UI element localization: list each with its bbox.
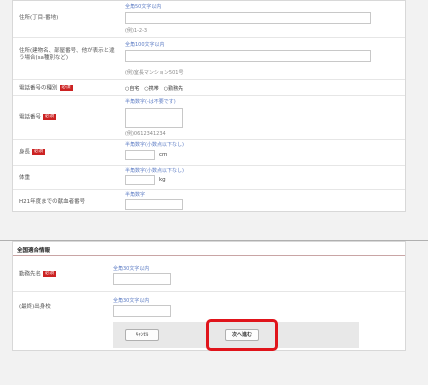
row-donor-number: H21年度までの献血者番号 半角数字 (13, 189, 405, 213)
section-title: 全国適合情報 (13, 242, 405, 256)
label-phone: 電話番号 必須 (19, 114, 57, 122)
phone-input[interactable] (125, 108, 183, 128)
hint-weight: 半角数字(小数点以下なし) (125, 168, 184, 174)
required-badge: 必須 (32, 149, 46, 155)
label-phone-type-text: 電話番号の種別 (19, 85, 58, 92)
hint-height: 半角数字(小数点以下なし) (125, 142, 184, 148)
weight-unit: kg (159, 177, 166, 183)
address-building-input[interactable] (125, 50, 371, 62)
row-employer: 勤務先名 必須 全角30文字以内 (13, 257, 405, 291)
label-phone-type: 電話番号の種別 必須 (19, 85, 73, 93)
example-phone: (例)0612341234 (125, 131, 166, 137)
label-phone-text: 電話番号 (19, 114, 42, 121)
label-height-text: 身長 (19, 149, 31, 156)
label-address-building: 住所(建物名、部屋番号、他が表示と違う場合(sa種別など) (19, 48, 115, 61)
label-weight: 体重 (19, 175, 31, 181)
label-school: (最終)出身校 (19, 304, 51, 310)
height-input[interactable] (125, 150, 155, 160)
row-weight: 体重 半角数字(小数点以下なし) kg (13, 165, 405, 189)
hint-school: 全角30文字以内 (113, 298, 150, 304)
phone-type-radio-group[interactable]: ○自宅 ○携帯 ○勤務先 (125, 85, 183, 92)
label-address-street: 住所(丁目-番地) (19, 15, 59, 21)
row-school: (最終)出身校 全角30文字以内 (13, 291, 405, 321)
employer-input[interactable] (113, 273, 171, 285)
example-address-street: (例)1-2-3 (125, 28, 148, 34)
required-badge: 必須 (43, 114, 57, 120)
row-address-street: 住所(丁目-番地) 全角50文字以内 (例)1-2-3 (13, 1, 405, 37)
hint-phone: 半角数字(-は不要です) (125, 99, 176, 105)
hint-address-building: 全角100文字以内 (125, 42, 165, 48)
school-input[interactable] (113, 305, 171, 317)
label-employer: 勤務先名 必須 (19, 271, 57, 279)
next-button-highlight (206, 319, 278, 351)
hint-donor-number: 半角数字 (125, 192, 146, 198)
label-employer-text: 勤務先名 (19, 271, 42, 278)
required-badge: 必須 (59, 85, 73, 91)
cancel-button[interactable]: ｷｬﾝｾﾙ (125, 329, 159, 341)
row-address-building: 住所(建物名、部屋番号、他が表示と違う場合(sa種別など) 全角100文字以内 … (13, 37, 405, 79)
address-form-card: 住所(丁目-番地) 全角50文字以内 (例)1-2-3 住所(建物名、部屋番号、… (12, 0, 406, 212)
address-street-input[interactable] (125, 12, 371, 24)
page: 住所(丁目-番地) 全角50文字以内 (例)1-2-3 住所(建物名、部屋番号、… (0, 0, 428, 385)
row-phone: 電話番号 必須 半角数字(-は不要です) (例)0612341234 (13, 95, 405, 139)
row-phone-type: 電話番号の種別 必須 ○自宅 ○携帯 ○勤務先 (13, 79, 405, 95)
row-height: 身長 必須 半角数字(小数点以下なし) cm (13, 139, 405, 165)
label-height: 身長 必須 (19, 149, 46, 157)
required-badge: 必須 (43, 271, 57, 277)
label-donor-number: H21年度までの献血者番号 (19, 199, 86, 205)
hint-address-street: 全角50文字以内 (125, 4, 162, 10)
example-address-building: (例)室長マンション501号 (125, 70, 184, 76)
hint-employer: 全角30文字以内 (113, 266, 150, 272)
weight-input[interactable] (125, 175, 155, 185)
height-unit: cm (159, 152, 168, 158)
donor-number-input[interactable] (125, 199, 183, 210)
